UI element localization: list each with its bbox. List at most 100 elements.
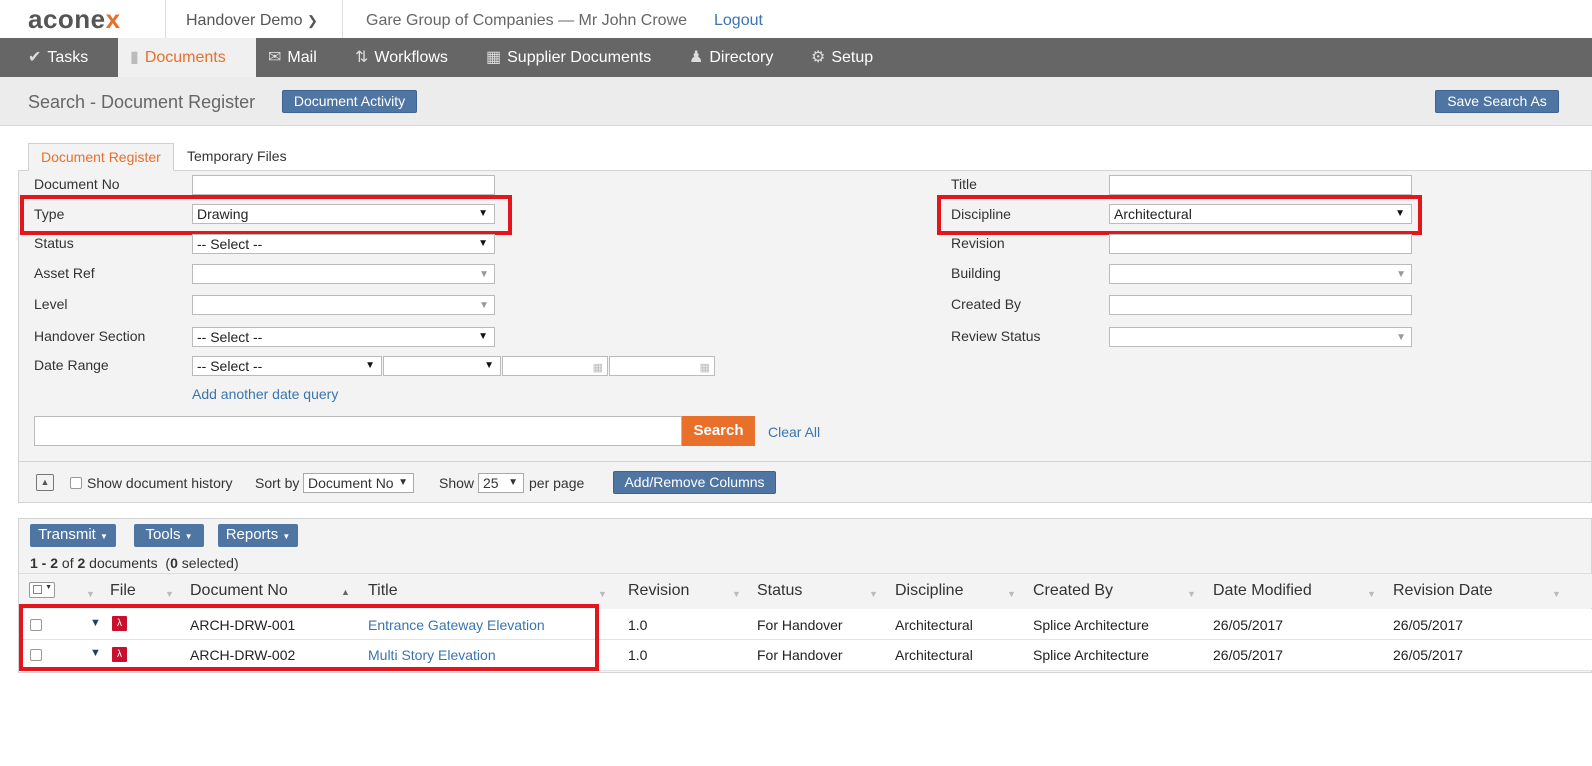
project-selector[interactable]: Handover Demo ❯	[186, 12, 318, 30]
revision-date-cell: 26/05/2017	[1393, 617, 1464, 633]
caret-down-icon: ▼	[184, 532, 193, 541]
divider	[165, 0, 166, 38]
column-menu-icon[interactable]: ▼	[598, 589, 607, 599]
multiselect-arrow-icon: ▼	[479, 300, 489, 311]
logout-link[interactable]: Logout	[714, 12, 763, 30]
tab-temporary-files[interactable]: Temporary Files	[175, 143, 299, 171]
page-size-select[interactable]: 25 ▼	[478, 473, 524, 493]
handover-section-label: Handover Section	[34, 328, 146, 344]
dropdown-arrow-icon: ▼	[398, 477, 408, 488]
per-page-label: per page	[529, 475, 585, 491]
status-select[interactable]: -- Select -- ▼	[192, 234, 495, 254]
calendar-icon[interactable]: ▦	[700, 359, 710, 377]
collapse-icon[interactable]: ▲	[36, 474, 54, 491]
select-all-checkbox[interactable]: ▼	[29, 582, 55, 598]
nav-directory[interactable]: ♟ Directory	[689, 38, 773, 77]
date-to-input[interactable]: ▦	[609, 356, 715, 376]
nav-documents[interactable]: ▮ Documents	[118, 38, 256, 77]
col-revision-date[interactable]: Revision Date	[1393, 582, 1493, 600]
document-activity-button[interactable]: Document Activity	[282, 90, 417, 113]
clear-all-link[interactable]: Clear All	[768, 424, 820, 440]
supplier-icon: ▦	[486, 49, 502, 66]
show-history-checkbox[interactable]	[70, 477, 82, 489]
status-cell: For Handover	[757, 647, 843, 663]
sort-by-select[interactable]: Document No ▼	[303, 473, 414, 493]
col-document-no[interactable]: Document No	[190, 582, 288, 600]
column-menu-icon[interactable]: ▼	[1187, 589, 1196, 599]
dropdown-arrow-icon: ▼	[478, 238, 488, 249]
title-input[interactable]	[1109, 175, 1412, 195]
date-modified-cell: 26/05/2017	[1213, 617, 1284, 633]
asset-ref-label: Asset Ref	[34, 265, 95, 281]
nav-supplier-documents[interactable]: ▦ Supplier Documents	[486, 38, 651, 77]
nav-mail[interactable]: ✉ Mail	[268, 38, 317, 77]
company-user: Gare Group of Companies — Mr John Crowe	[366, 12, 688, 29]
reports-button[interactable]: Reports ▼	[218, 524, 298, 547]
building-label: Building	[951, 265, 1001, 281]
check-icon: ✔	[28, 49, 42, 66]
workflow-icon: ⇅	[355, 49, 369, 66]
show-label: Show	[439, 475, 475, 491]
title-label: Title	[951, 176, 977, 192]
column-menu-icon[interactable]: ▼	[165, 589, 174, 599]
discipline-cell: Architectural	[895, 647, 973, 663]
caret-down-icon: ▼	[100, 532, 108, 541]
handover-section-select[interactable]: -- Select -- ▼	[192, 327, 495, 347]
revision-cell: 1.0	[628, 617, 648, 633]
date-modified-cell: 26/05/2017	[1213, 647, 1284, 663]
nav-tasks[interactable]: ✔ Tasks	[28, 38, 88, 77]
date-range-label: Date Range	[34, 357, 109, 373]
column-menu-icon[interactable]: ▼	[1552, 589, 1561, 599]
add-date-query-link[interactable]: Add another date query	[192, 386, 338, 402]
building-select[interactable]: ▼	[1109, 264, 1412, 284]
caret-down-icon: ▼	[282, 532, 291, 541]
nav-workflows[interactable]: ⇅ Workflows	[355, 38, 448, 77]
review-status-select[interactable]: ▼	[1109, 327, 1412, 347]
revision-input[interactable]	[1109, 234, 1412, 254]
column-menu-icon[interactable]: ▼	[732, 589, 741, 599]
tools-button[interactable]: Tools ▼	[134, 524, 204, 547]
save-search-as-button[interactable]: Save Search As	[1435, 90, 1559, 113]
people-icon: ♟	[689, 49, 704, 66]
date-range-select[interactable]: -- Select -- ▼	[192, 356, 382, 376]
aconex-logo[interactable]: aconex	[28, 4, 121, 35]
col-revision[interactable]: Revision	[628, 582, 689, 600]
column-menu-icon[interactable]: ▼	[1007, 589, 1016, 599]
add-remove-columns-button[interactable]: Add/Remove Columns	[613, 471, 776, 494]
nav-setup[interactable]: ⚙ Setup	[811, 38, 873, 77]
sort-ascending-icon[interactable]: ▲	[341, 587, 350, 597]
date-operator-select[interactable]: ▼	[383, 356, 501, 376]
date-from-input[interactable]: ▦	[502, 356, 608, 376]
created-by-label: Created By	[951, 296, 1022, 312]
col-file[interactable]: File	[110, 582, 136, 600]
highlight-box	[19, 604, 599, 671]
keyword-search-input[interactable]	[34, 416, 682, 446]
level-label: Level	[34, 296, 68, 312]
col-title[interactable]: Title	[368, 582, 398, 600]
col-created-by[interactable]: Created By	[1033, 582, 1113, 600]
document-no-input[interactable]	[192, 175, 495, 195]
search-button[interactable]: Search	[682, 416, 755, 446]
discipline-cell: Architectural	[895, 617, 973, 633]
asset-ref-select[interactable]: ▼	[192, 264, 495, 284]
page-title: Search - Document Register	[28, 92, 256, 112]
col-discipline[interactable]: Discipline	[895, 582, 963, 600]
col-status[interactable]: Status	[757, 582, 802, 600]
column-menu-icon[interactable]: ▼	[86, 589, 95, 599]
highlight-box	[937, 195, 1422, 235]
document-icon: ▮	[130, 49, 139, 66]
divider	[18, 461, 1592, 462]
created-by-cell: Splice Architecture	[1033, 617, 1149, 633]
status-cell: For Handover	[757, 617, 843, 633]
created-by-input[interactable]	[1109, 295, 1412, 315]
divider	[342, 0, 343, 38]
multiselect-arrow-icon: ▼	[1396, 269, 1406, 280]
col-date-modified[interactable]: Date Modified	[1213, 582, 1312, 600]
transmit-button[interactable]: Transmit ▼	[30, 524, 116, 547]
calendar-icon[interactable]: ▦	[593, 359, 603, 377]
column-menu-icon[interactable]: ▼	[869, 589, 878, 599]
review-status-label: Review Status	[951, 328, 1041, 344]
tab-document-register[interactable]: Document Register	[28, 143, 174, 171]
level-select[interactable]: ▼	[192, 295, 495, 315]
column-menu-icon[interactable]: ▼	[1367, 589, 1376, 599]
